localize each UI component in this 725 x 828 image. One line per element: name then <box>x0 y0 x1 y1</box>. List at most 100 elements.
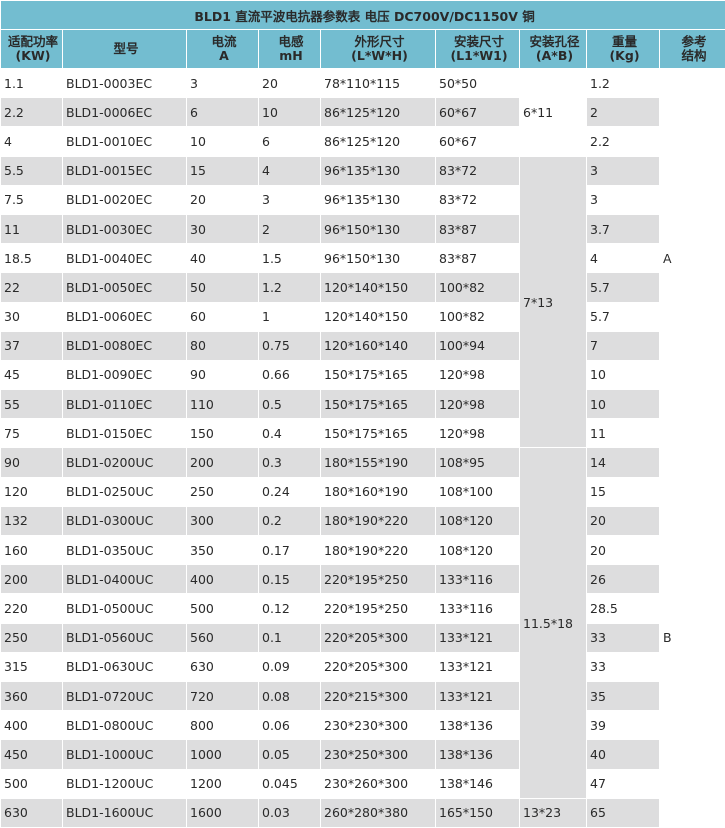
cell-inductance: 0.66 <box>259 360 321 389</box>
cell-model: BLD1-0050EC <box>63 273 187 302</box>
cell-power: 37 <box>1 331 63 360</box>
table-row: 37BLD1-0080EC800.75120*160*140100*947 <box>1 331 725 360</box>
cell-hole-size: 11.5*18 <box>520 448 587 798</box>
cell-weight: 40 <box>587 740 660 769</box>
header-hole-size: 安装孔径(A*B) <box>520 30 587 69</box>
cell-current: 10 <box>187 127 259 156</box>
cell-model: BLD1-0010EC <box>63 127 187 156</box>
cell-power: 2.2 <box>1 98 63 127</box>
cell-inductance: 10 <box>259 98 321 127</box>
cell-power: 630 <box>1 798 63 827</box>
cell-current: 110 <box>187 390 259 419</box>
cell-inductance: 0.08 <box>259 681 321 710</box>
cell-mount-size: 83*87 <box>436 214 520 243</box>
cell-power: 250 <box>1 623 63 652</box>
cell-inductance: 1.5 <box>259 244 321 273</box>
table-row: 11BLD1-0030EC30296*150*13083*873.7 <box>1 214 725 243</box>
cell-mount-size: 83*72 <box>436 156 520 185</box>
cell-dimensions: 150*175*165 <box>321 419 436 448</box>
header-power: 适配功率(KW) <box>1 30 63 69</box>
table-row: 55BLD1-0110EC1100.5150*175*165120*9810 <box>1 390 725 419</box>
cell-power: 55 <box>1 390 63 419</box>
cell-weight: 3 <box>587 156 660 185</box>
cell-current: 200 <box>187 448 259 477</box>
cell-dimensions: 180*190*220 <box>321 536 436 565</box>
cell-dimensions: 96*150*130 <box>321 214 436 243</box>
cell-weight: 65 <box>587 798 660 827</box>
cell-model: BLD1-0090EC <box>63 360 187 389</box>
table-row: 2.2BLD1-0006EC61086*125*12060*672 <box>1 98 725 127</box>
cell-dimensions: 220*195*250 <box>321 565 436 594</box>
cell-mount-size: 50*50 <box>436 69 520 98</box>
cell-power: 11 <box>1 214 63 243</box>
cell-weight: 20 <box>587 536 660 565</box>
table-row: 120BLD1-0250UC2500.24180*160*190108*1001… <box>1 477 725 506</box>
table-row: 45BLD1-0090EC900.66150*175*165120*9810 <box>1 360 725 389</box>
cell-weight: 33 <box>587 623 660 652</box>
cell-inductance: 0.2 <box>259 506 321 535</box>
table-row: 160BLD1-0350UC3500.17180*190*220108*1202… <box>1 536 725 565</box>
cell-power: 90 <box>1 448 63 477</box>
cell-model: BLD1-0040EC <box>63 244 187 273</box>
table-row: 22BLD1-0050EC501.2120*140*150100*825.7 <box>1 273 725 302</box>
cell-model: BLD1-0500UC <box>63 594 187 623</box>
cell-power: 132 <box>1 506 63 535</box>
cell-mount-size: 165*150 <box>436 798 520 827</box>
cell-weight: 26 <box>587 565 660 594</box>
cell-inductance: 0.75 <box>259 331 321 360</box>
cell-weight: 35 <box>587 681 660 710</box>
cell-model: BLD1-0015EC <box>63 156 187 185</box>
table-row: 315BLD1-0630UC6300.09220*205*300133*1213… <box>1 652 725 681</box>
cell-inductance: 2 <box>259 214 321 243</box>
cell-inductance: 6 <box>259 127 321 156</box>
cell-mount-size: 138*136 <box>436 740 520 769</box>
cell-current: 50 <box>187 273 259 302</box>
table-row: 30BLD1-0060EC601120*140*150100*825.7 <box>1 302 725 331</box>
cell-model: BLD1-0300UC <box>63 506 187 535</box>
cell-mount-size: 108*120 <box>436 536 520 565</box>
cell-current: 250 <box>187 477 259 506</box>
cell-mount-size: 138*146 <box>436 769 520 798</box>
table-row: 220BLD1-0500UC5000.12220*195*250133*1162… <box>1 594 725 623</box>
cell-mount-size: 133*121 <box>436 652 520 681</box>
cell-inductance: 0.15 <box>259 565 321 594</box>
cell-dimensions: 220*205*300 <box>321 623 436 652</box>
cell-current: 300 <box>187 506 259 535</box>
cell-weight: 1.2 <box>587 69 660 98</box>
table-row: 630BLD1-1600UC16000.03260*280*380165*150… <box>1 798 725 827</box>
table-title: BLD1 直流平波电抗器参数表 电压 DC700V/DC1150V 铜 <box>1 1 725 30</box>
cell-inductance: 4 <box>259 156 321 185</box>
cell-dimensions: 96*150*130 <box>321 244 436 273</box>
cell-dimensions: 260*280*380 <box>321 798 436 827</box>
cell-weight: 11 <box>587 419 660 448</box>
cell-current: 90 <box>187 360 259 389</box>
cell-mount-size: 133*121 <box>436 681 520 710</box>
cell-structure: A <box>660 69 725 448</box>
table-row: 75BLD1-0150EC1500.4150*175*165120*9811 <box>1 419 725 448</box>
cell-mount-size: 133*116 <box>436 594 520 623</box>
cell-power: 120 <box>1 477 63 506</box>
cell-current: 60 <box>187 302 259 331</box>
cell-current: 720 <box>187 681 259 710</box>
cell-power: 200 <box>1 565 63 594</box>
cell-weight: 3.7 <box>587 214 660 243</box>
table-row: 4BLD1-0010EC10686*125*12060*672.2 <box>1 127 725 156</box>
cell-model: BLD1-0060EC <box>63 302 187 331</box>
cell-weight: 20 <box>587 506 660 535</box>
cell-model: BLD1-1200UC <box>63 769 187 798</box>
cell-current: 1600 <box>187 798 259 827</box>
table-row: 18.5BLD1-0040EC401.596*150*13083*874 <box>1 244 725 273</box>
cell-mount-size: 108*95 <box>436 448 520 477</box>
cell-dimensions: 180*190*220 <box>321 506 436 535</box>
table-row: 500BLD1-1200UC12000.045230*260*300138*14… <box>1 769 725 798</box>
table-row: 250BLD1-0560UC5600.1220*205*300133*12133 <box>1 623 725 652</box>
cell-inductance: 0.12 <box>259 594 321 623</box>
table-row: 200BLD1-0400UC4000.15220*195*250133*1162… <box>1 565 725 594</box>
cell-dimensions: 220*195*250 <box>321 594 436 623</box>
cell-power: 18.5 <box>1 244 63 273</box>
cell-model: BLD1-0110EC <box>63 390 187 419</box>
cell-weight: 15 <box>587 477 660 506</box>
cell-dimensions: 120*140*150 <box>321 273 436 302</box>
cell-hole-size: 13*23 <box>520 798 587 827</box>
table-row: 450BLD1-1000UC10000.05230*250*300138*136… <box>1 740 725 769</box>
